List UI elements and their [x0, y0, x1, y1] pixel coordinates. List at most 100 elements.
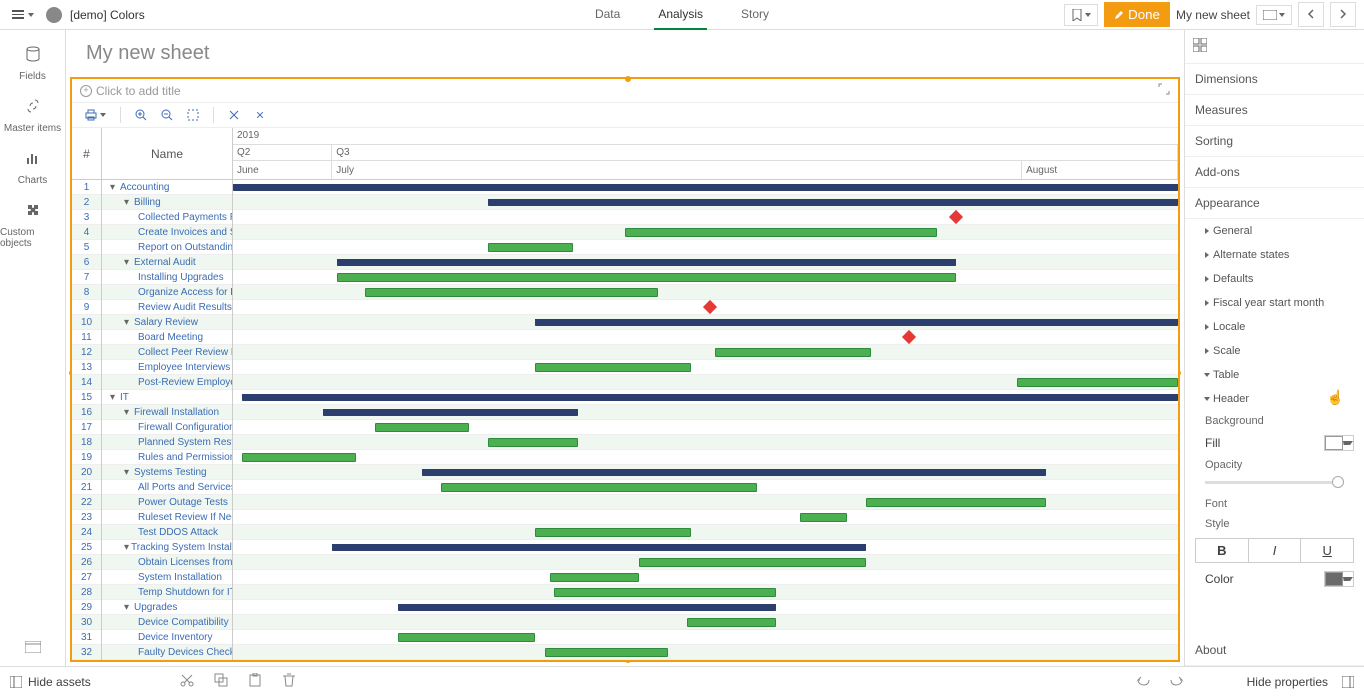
row-name[interactable]: Collected Payments Revie [102, 210, 232, 225]
tree-toggle-icon[interactable]: ▾ [124, 542, 129, 553]
row-name[interactable]: ▾Salary Review [102, 315, 232, 330]
row-name[interactable]: Firewall Configuration [102, 420, 232, 435]
print-button[interactable] [80, 107, 110, 123]
row-name[interactable]: ▾Upgrades [102, 600, 232, 615]
zoom-in-button[interactable] [131, 107, 151, 123]
row-name[interactable]: Create Invoices and Send t [102, 225, 232, 240]
group-bar[interactable] [422, 469, 1046, 476]
tree-toggle-icon[interactable]: ▾ [110, 392, 118, 403]
task-bar[interactable] [488, 243, 573, 252]
task-bar[interactable] [488, 438, 578, 447]
sidebar-item-custom[interactable]: Custom objects [0, 194, 65, 257]
sub-alternate-states[interactable]: Alternate states [1185, 243, 1364, 267]
section-measures[interactable]: Measures [1185, 95, 1364, 126]
group-bar[interactable] [488, 199, 1178, 206]
delete-button[interactable] [282, 673, 296, 690]
paste-button[interactable] [248, 673, 262, 690]
tree-toggle-icon[interactable]: ▾ [124, 407, 132, 418]
row-name[interactable]: Obtain Licenses from the V [102, 555, 232, 570]
group-bar[interactable] [398, 604, 776, 611]
italic-button[interactable]: I [1249, 538, 1302, 563]
sheet-view-button[interactable] [1256, 5, 1292, 25]
row-name[interactable]: ▾Firewall Installation [102, 405, 232, 420]
sidebar-item-master[interactable]: Master items [0, 90, 65, 142]
task-bar[interactable] [441, 483, 758, 492]
section-about[interactable]: About [1185, 635, 1364, 666]
row-name[interactable]: Temp Shutdown for IT Aud [102, 585, 232, 600]
undo-button[interactable] [1136, 673, 1150, 690]
add-title-placeholder[interactable]: + Click to add title [80, 84, 181, 98]
font-color-picker[interactable] [1324, 571, 1354, 587]
group-bar[interactable] [535, 319, 1178, 326]
tab-data[interactable]: Data [591, 0, 624, 30]
redo-button[interactable] [1170, 673, 1184, 690]
slider-thumb[interactable] [1332, 476, 1344, 488]
task-bar[interactable] [365, 288, 658, 297]
sheet-title[interactable]: My new sheet [66, 30, 1184, 77]
task-bar[interactable] [398, 633, 535, 642]
row-name[interactable]: Review Audit Results [102, 300, 232, 315]
next-sheet-button[interactable] [1330, 2, 1356, 27]
row-name[interactable]: System Installation [102, 570, 232, 585]
section-addons[interactable]: Add-ons [1185, 157, 1364, 188]
sidebar-bottom-button[interactable] [0, 632, 65, 666]
milestone-marker[interactable] [703, 300, 717, 314]
fill-color-picker[interactable] [1324, 435, 1354, 451]
task-bar[interactable] [545, 648, 668, 657]
row-name[interactable]: Faulty Devices Check [102, 645, 232, 660]
panel-view-toggle[interactable] [1185, 30, 1364, 64]
menu-button[interactable] [8, 6, 38, 23]
task-bar[interactable] [687, 618, 777, 627]
row-name[interactable]: Device Compatibility Revie [102, 615, 232, 630]
task-bar[interactable] [535, 363, 691, 372]
row-name[interactable]: Report on Outstanding Co [102, 240, 232, 255]
task-bar[interactable] [800, 513, 847, 522]
hide-properties-button[interactable]: Hide properties [1247, 675, 1328, 689]
row-name[interactable]: Installing Upgrades [102, 270, 232, 285]
sidebar-item-charts[interactable]: Charts [0, 142, 65, 194]
milestone-marker[interactable] [902, 330, 916, 344]
tree-toggle-icon[interactable]: ▾ [124, 602, 132, 613]
row-name[interactable]: Employee Interviews [102, 360, 232, 375]
group-bar[interactable] [233, 184, 1178, 191]
bold-button[interactable]: B [1195, 538, 1249, 563]
cut-button[interactable] [180, 673, 194, 690]
group-bar[interactable] [323, 409, 578, 416]
expand-all-button[interactable] [224, 107, 244, 123]
hide-assets-button[interactable]: Hide assets [28, 675, 91, 689]
tab-analysis[interactable]: Analysis [654, 0, 707, 30]
sub-locale[interactable]: Locale [1185, 315, 1364, 339]
sub-general[interactable]: General [1185, 219, 1364, 243]
row-name[interactable]: Test DDOS Attack [102, 525, 232, 540]
collapse-all-button[interactable] [250, 107, 270, 123]
task-bar[interactable] [625, 228, 937, 237]
sub-table[interactable]: Table [1185, 363, 1364, 387]
sub-scale[interactable]: Scale [1185, 339, 1364, 363]
zoom-fit-button[interactable] [183, 107, 203, 123]
opacity-slider[interactable] [1205, 481, 1344, 484]
row-name[interactable]: Device Inventory [102, 630, 232, 645]
copy-button[interactable] [214, 673, 228, 690]
tree-toggle-icon[interactable]: ▾ [124, 317, 132, 328]
row-name[interactable]: Ruleset Review If Needed [102, 510, 232, 525]
task-bar[interactable] [1017, 378, 1178, 387]
task-bar[interactable] [639, 558, 866, 567]
milestone-marker[interactable] [949, 210, 963, 224]
tree-toggle-icon[interactable]: ▾ [110, 182, 118, 193]
row-name[interactable]: All Ports and Services Test [102, 480, 232, 495]
task-bar[interactable] [535, 528, 691, 537]
prev-sheet-button[interactable] [1298, 2, 1324, 27]
sub-fiscal[interactable]: Fiscal year start month [1185, 291, 1364, 315]
sidebar-item-fields[interactable]: Fields [0, 38, 65, 90]
row-name[interactable]: Board Meeting [102, 330, 232, 345]
row-name[interactable]: Organize Access for Extern [102, 285, 232, 300]
gantt-chart-object[interactable]: + Click to add title [70, 77, 1180, 662]
bookmark-button[interactable] [1064, 4, 1098, 26]
group-bar[interactable] [332, 544, 866, 551]
group-bar[interactable] [242, 394, 1178, 401]
tree-toggle-icon[interactable]: ▾ [124, 467, 132, 478]
row-name[interactable]: Planned System Restart [102, 435, 232, 450]
task-bar[interactable] [242, 453, 355, 462]
row-name[interactable]: ▾Tracking System Installation [102, 540, 232, 555]
zoom-out-button[interactable] [157, 107, 177, 123]
